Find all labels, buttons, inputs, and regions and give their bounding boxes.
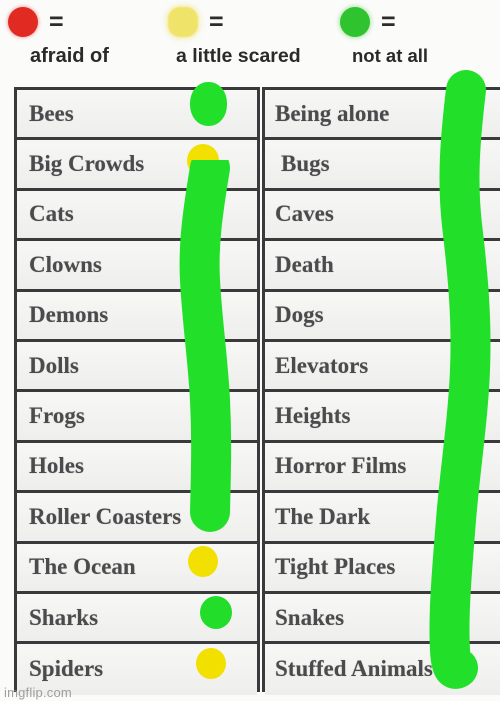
red-dot-icon (8, 7, 38, 37)
fear-label: Big Crowds (29, 151, 145, 177)
legend-label-a-little-scared: a little scared (176, 45, 301, 67)
fear-table-right-column: Being alone Bugs Caves Death Dogs Elevat… (262, 87, 500, 695)
fear-label: The Ocean (29, 554, 136, 580)
fear-label: Frogs (29, 403, 85, 429)
table-row[interactable]: Elevators (265, 341, 500, 393)
table-row[interactable]: Demons (17, 291, 257, 342)
table-row[interactable]: Death (265, 241, 500, 292)
fear-label: Being alone (275, 100, 390, 126)
fear-label: Elevators (275, 352, 369, 378)
equals-sign: = (49, 7, 64, 36)
table-row[interactable]: Heights (265, 392, 500, 443)
equals-sign: = (381, 7, 396, 36)
fear-label: Caves (275, 201, 334, 227)
table-row[interactable]: Being alone (265, 90, 500, 141)
green-dot-icon (340, 7, 370, 37)
marker-dot-sharks-green (200, 596, 232, 629)
fear-label: The Dark (275, 503, 371, 529)
fear-label: Bugs (281, 151, 330, 177)
marker-dot-spiders-yellow (196, 648, 226, 679)
table-row[interactable]: Frogs (17, 392, 257, 443)
fear-label: Spiders (29, 656, 104, 682)
fear-label: Sharks (29, 604, 99, 630)
fear-label: Demons (29, 302, 109, 328)
table-row[interactable]: Big Crowds (17, 140, 257, 191)
equals-sign: = (209, 7, 224, 36)
fear-label: Clowns (29, 251, 102, 277)
table-row[interactable]: The Ocean (17, 543, 257, 594)
fear-label: Stuffed Animals (275, 656, 433, 682)
table-row[interactable]: Bugs (265, 140, 500, 191)
table-row[interactable]: Snakes (265, 593, 500, 645)
fear-label: Heights (275, 403, 351, 429)
table-row[interactable]: Roller Coasters (17, 493, 257, 544)
fear-label: Cats (29, 201, 74, 227)
imgflip-watermark: imgflip.com (4, 685, 72, 700)
yellow-dot-icon (168, 7, 198, 37)
table-row[interactable]: Clowns (17, 241, 257, 292)
table-row[interactable]: Holes (17, 442, 257, 494)
table-row[interactable]: Caves (265, 190, 500, 242)
fear-label: Dogs (275, 302, 324, 328)
table-row[interactable]: The Dark (265, 493, 500, 544)
table-row[interactable]: Tight Places (265, 543, 500, 594)
fear-checklist-meme: = afraid of = a little scared = not at a… (0, 0, 500, 701)
marker-dot-big-crowds-yellow (187, 144, 219, 177)
table-row[interactable]: Cats (17, 190, 257, 242)
table-row[interactable]: Dogs (265, 291, 500, 342)
legend-item-a-little-scared: = a little scared (168, 0, 301, 68)
legend-label-afraid-of: afraid of (30, 45, 109, 67)
fear-label: Holes (29, 453, 84, 479)
marker-dot-bees-green (190, 82, 227, 126)
marker-dot-the-ocean-yellow (188, 546, 218, 577)
legend-item-not-at-all: = not at all (340, 0, 428, 67)
fear-label: Snakes (275, 604, 345, 630)
fear-label: Tight Places (275, 554, 396, 580)
fear-label: Bees (29, 100, 74, 126)
legend-item-afraid-of: = afraid of (8, 0, 109, 68)
legend: = afraid of = a little scared = not at a… (0, 0, 500, 86)
legend-label-not-at-all: not at all (352, 45, 429, 66)
fear-label: Dolls (29, 352, 79, 378)
table-row[interactable]: Horror Films (265, 442, 500, 494)
fear-label: Horror Films (275, 453, 407, 479)
fear-label: Roller Coasters (29, 503, 182, 529)
table-row[interactable]: Stuffed Animals (265, 644, 500, 695)
fear-label: Death (275, 251, 334, 277)
table-row[interactable]: Dolls (17, 341, 257, 393)
